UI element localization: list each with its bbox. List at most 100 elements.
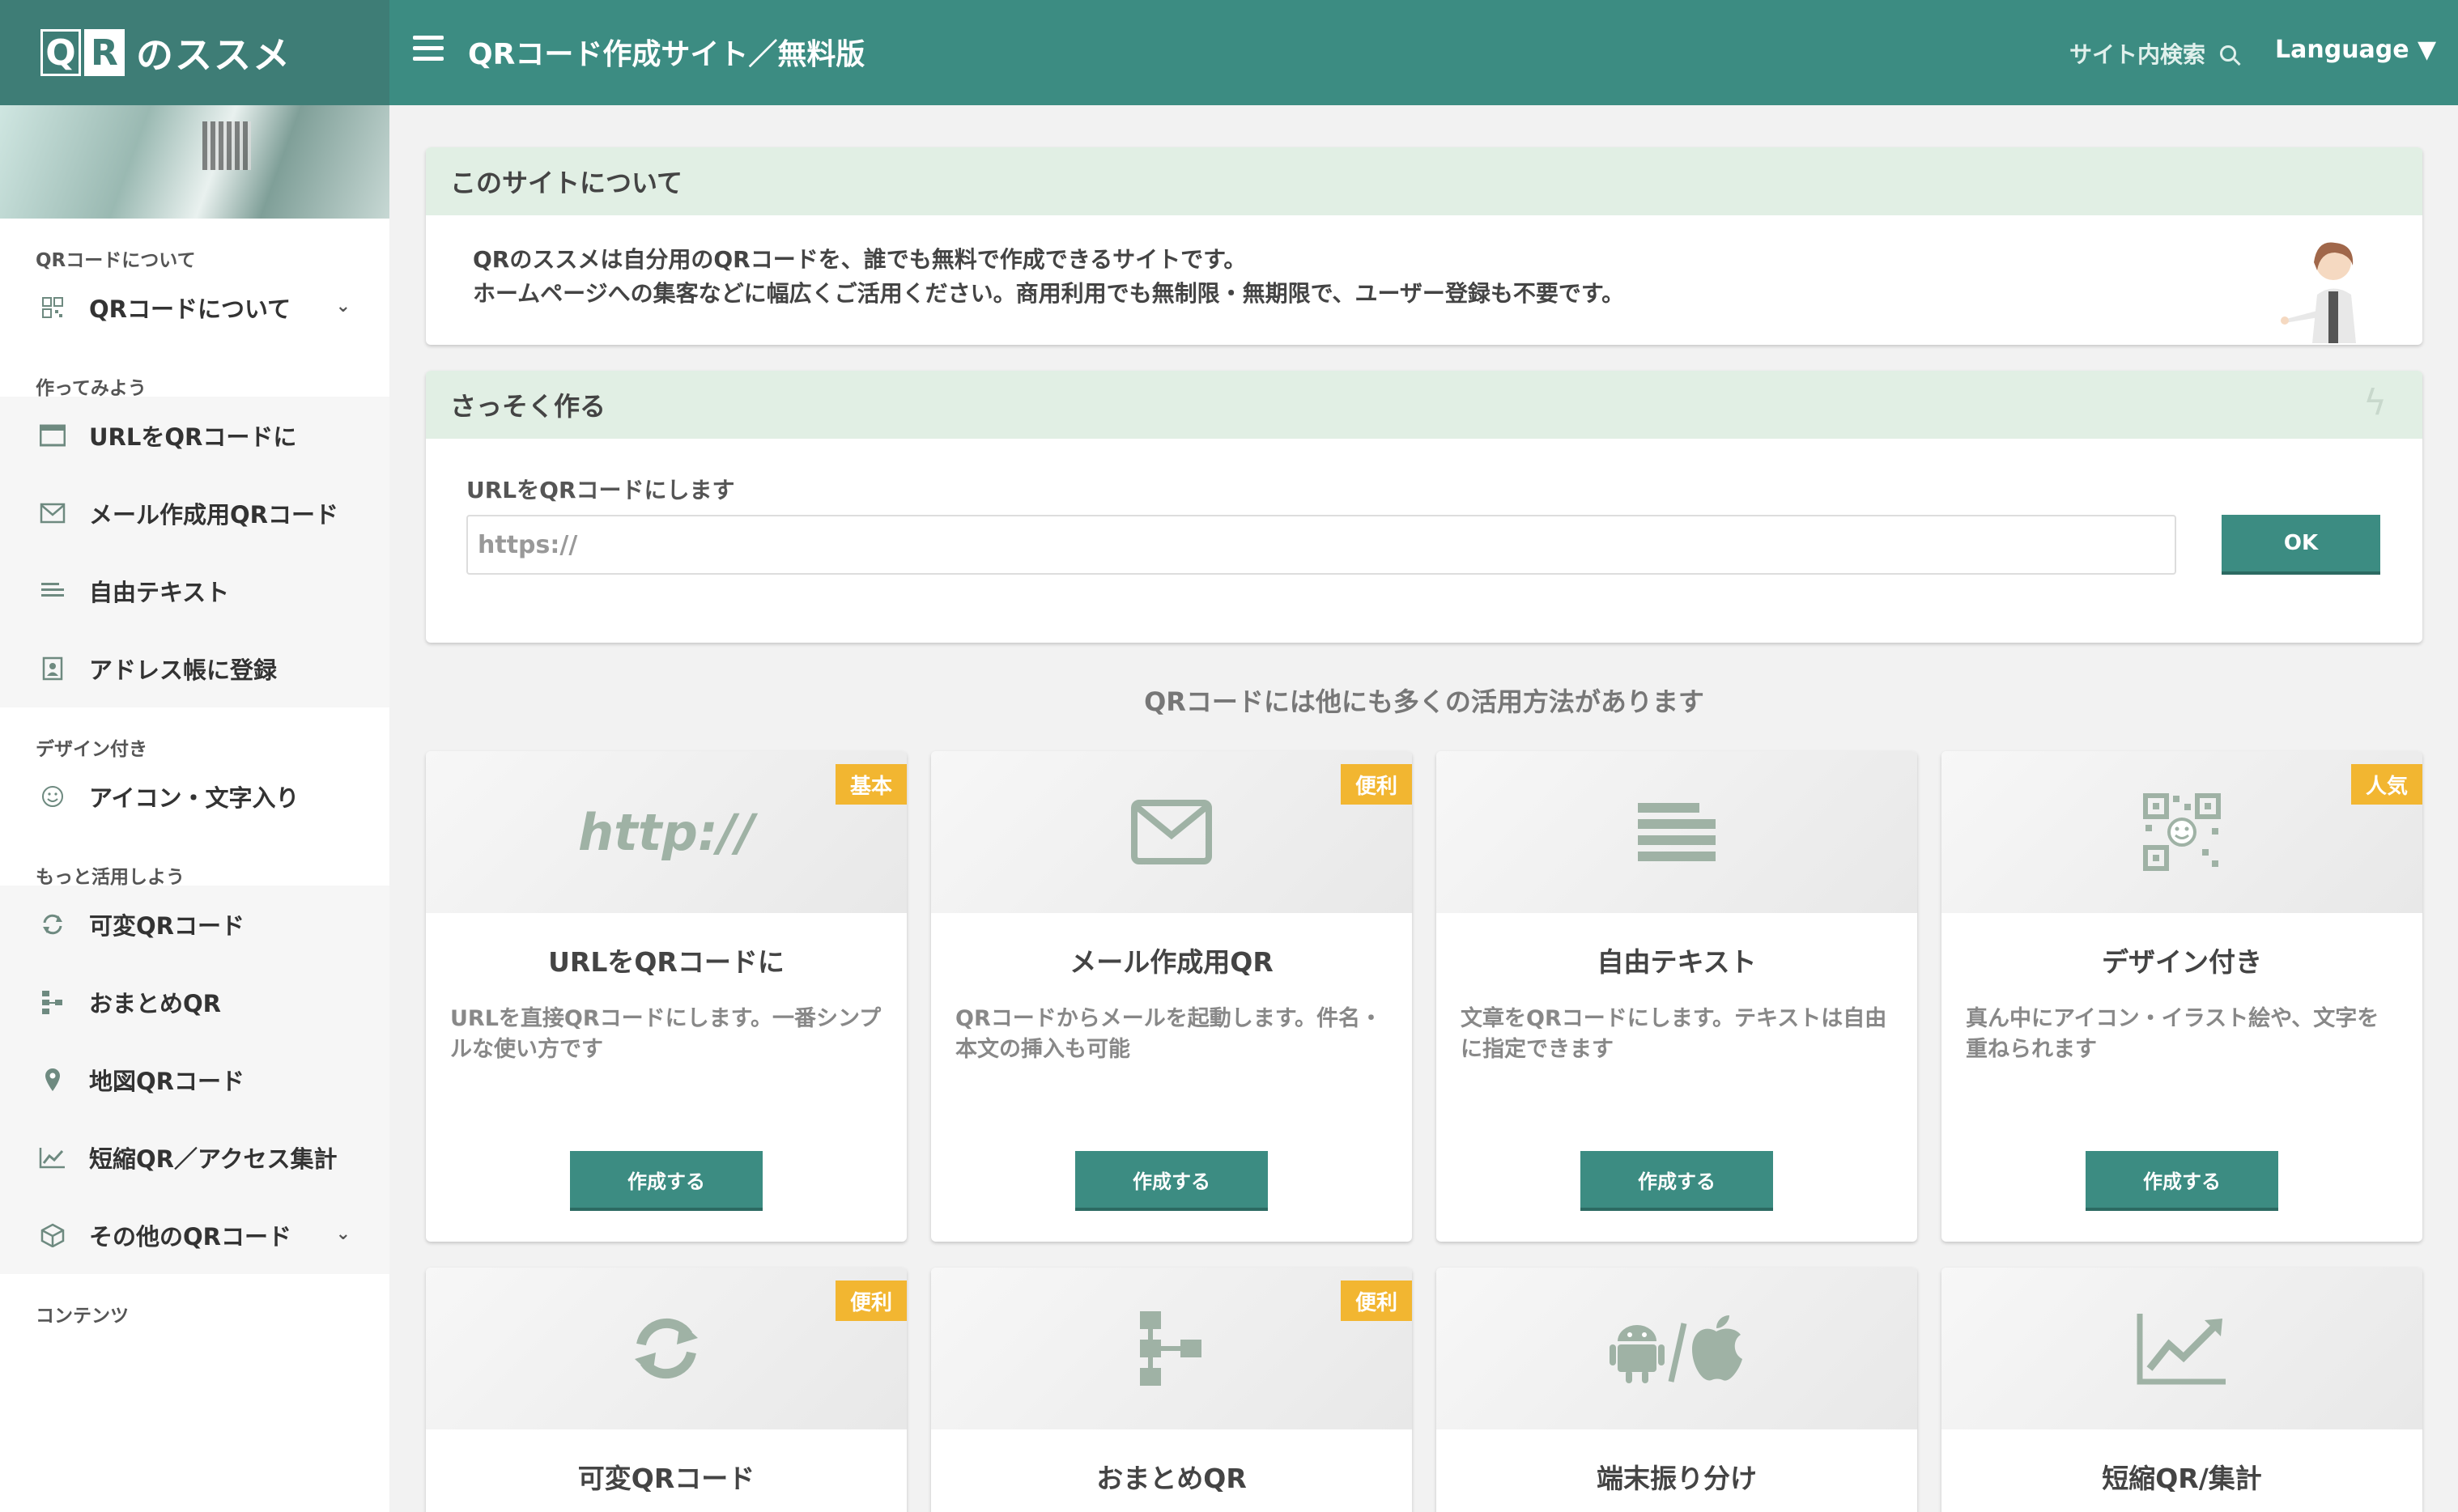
ok-button[interactable]: OK bbox=[2222, 515, 2380, 575]
card-icon-area: http:// 基本 bbox=[426, 751, 907, 913]
sidebar-section-title: コンテンツ bbox=[36, 1306, 129, 1327]
sidebar-item-map-qr[interactable]: 地図QRコード bbox=[0, 1041, 389, 1119]
site-search-label: サイト内検索 bbox=[2069, 41, 2206, 68]
sidebar-item-icon-text[interactable]: アイコン・文字入り bbox=[0, 758, 389, 835]
chevron-down-icon[interactable]: ⌄ bbox=[336, 1224, 351, 1244]
envelope-icon bbox=[1131, 800, 1212, 864]
sidebar-section-title: 作ってみよう bbox=[36, 378, 147, 399]
sidebar: QRコードについて QRコードについて ⌄ 作ってみよう URLをQRコードに … bbox=[0, 105, 389, 1512]
sidebar-item-label: その他のQRコード bbox=[89, 1223, 291, 1251]
about-panel: このサイトについて QRのススメは自分用のQRコードを、誰でも無料で作成できるサ… bbox=[426, 147, 2422, 345]
smiley-icon bbox=[39, 783, 66, 810]
sidebar-item-dynamic-qr[interactable]: 可変QRコード bbox=[0, 886, 389, 963]
card-free-text: 自由テキスト 文章をQRコードにします。テキストは自由に指定できます 作成する bbox=[1436, 751, 1917, 1242]
card-icon-area: 便利 bbox=[426, 1268, 907, 1429]
hamburger-menu-icon[interactable] bbox=[413, 36, 444, 62]
card-title: URLをQRコードに bbox=[548, 946, 785, 978]
card-title: 自由テキスト bbox=[1597, 946, 1757, 978]
card-description: 真ん中にアイコン・イラスト絵や、文字を重ねられます bbox=[1966, 1006, 2379, 1062]
browser-window-icon bbox=[39, 422, 66, 449]
quick-make-panel: さっそく作る ϟ URLをQRコードにします https:// OK bbox=[426, 371, 2422, 643]
card-dynamic-qr: 便利 可変QRコード bbox=[426, 1268, 907, 1512]
sidebar-item-label: おまとめQR bbox=[89, 990, 221, 1017]
card-description: QRコードからメールを起動します。件名・本文の挿入も可能 bbox=[955, 1006, 1383, 1062]
card-icon-area bbox=[1941, 1268, 2422, 1429]
card-icon-area: 便利 bbox=[931, 1268, 1412, 1429]
map-pin-icon bbox=[39, 1066, 66, 1094]
about-description: QRのススメは自分用のQRコードを、誰でも無料で作成できるサイトです。 ホームペ… bbox=[473, 243, 1624, 311]
sidebar-item-mail-qr[interactable]: メール作成用QRコード bbox=[0, 474, 389, 552]
sidebar-group-make: URLをQRコードに メール作成用QRコード 自由テキスト アドレス帳に登録 bbox=[0, 397, 389, 707]
qr-icon bbox=[39, 294, 66, 321]
refresh-icon bbox=[635, 1318, 698, 1379]
sidebar-group-more: 可変QRコード おまとめQR 地図QRコード 短縮QR／アクセス集計 その他のQ… bbox=[0, 886, 389, 1274]
card-title: 短縮QR/集計 bbox=[2102, 1463, 2262, 1494]
sidebar-item-label: QRコードについて bbox=[89, 295, 291, 323]
envelope-icon bbox=[39, 499, 66, 527]
logo-text: のススメ bbox=[136, 33, 291, 77]
sidebar-item-other-qr[interactable]: その他のQRコード ⌄ bbox=[0, 1196, 389, 1274]
text-lines-icon bbox=[39, 577, 66, 605]
guide-lady-illustration bbox=[2281, 242, 2356, 343]
card-badge: 基本 bbox=[836, 764, 907, 805]
card-badge: 便利 bbox=[1341, 764, 1412, 805]
logo-letter-r: R bbox=[84, 29, 125, 76]
about-heading: このサイトについて bbox=[426, 147, 2422, 215]
card-description: URLを直接QRコードにします。一番シンプルな使い方です bbox=[450, 1006, 882, 1062]
sidebar-item-label: URLをQRコードに bbox=[89, 423, 297, 451]
search-icon bbox=[2220, 45, 2237, 62]
sidebar-item-label: アイコン・文字入り bbox=[89, 784, 300, 812]
top-header: Q R のススメ QRコード作成サイト／無料版 サイト内検索 Language … bbox=[0, 0, 2458, 105]
url-input[interactable]: https:// bbox=[466, 515, 2176, 575]
url-input-label: URLをQRコードにします bbox=[466, 477, 735, 503]
card-url-qr: http:// 基本 URLをQRコードに URLを直接QRコードにします。一番… bbox=[426, 751, 907, 1242]
text-lines-icon bbox=[1638, 803, 1716, 861]
create-button[interactable]: 作成する bbox=[2086, 1151, 2278, 1211]
more-uses-heading: QRコードには他にも多くの活用方法があります bbox=[1144, 686, 1704, 717]
chevron-down-icon[interactable]: ⌄ bbox=[336, 296, 351, 316]
card-short-qr: 短縮QR/集計 bbox=[1941, 1268, 2422, 1512]
quick-make-heading: さっそく作る bbox=[426, 371, 2422, 439]
language-selector[interactable]: Language ▼ bbox=[2275, 36, 2436, 64]
sidebar-item-label: 可変QRコード bbox=[89, 912, 245, 940]
sidebar-section-title: デザイン付き bbox=[36, 739, 147, 760]
card-description: 文章をQRコードにします。テキストは自由に指定できます bbox=[1461, 1006, 1887, 1062]
card-device-split: 端末振り分け bbox=[1436, 1268, 1917, 1512]
card-mail-qr: 便利 メール作成用QR QRコードからメールを起動します。件名・本文の挿入も可能… bbox=[931, 751, 1412, 1242]
site-logo[interactable]: Q R のススメ bbox=[40, 28, 291, 78]
card-title: メール作成用QR bbox=[1070, 946, 1274, 978]
create-button[interactable]: 作成する bbox=[1580, 1151, 1773, 1211]
logo-letter-q: Q bbox=[40, 29, 81, 76]
card-icon-area bbox=[1436, 751, 1917, 913]
sidebar-item-short-qr[interactable]: 短縮QR／アクセス集計 bbox=[0, 1119, 389, 1196]
sidebar-item-label: 短縮QR／アクセス集計 bbox=[89, 1145, 338, 1173]
card-icon-area: 人気 bbox=[1941, 751, 2422, 913]
line-chart-icon bbox=[39, 1144, 66, 1171]
cube-icon bbox=[39, 1221, 66, 1249]
create-button[interactable]: 作成する bbox=[1075, 1151, 1268, 1211]
card-badge: 便利 bbox=[1341, 1281, 1412, 1321]
sidebar-banner-image bbox=[0, 105, 389, 219]
qr-smiley-icon bbox=[2143, 793, 2221, 871]
sidebar-item-label: 地図QRコード bbox=[89, 1068, 245, 1095]
sidebar-item-address-book[interactable]: アドレス帳に登録 bbox=[0, 630, 389, 707]
sidebar-item-about-qr[interactable]: QRコードについて ⌄ bbox=[0, 269, 389, 346]
card-title: 端末振り分け bbox=[1597, 1463, 1757, 1494]
site-search-button[interactable]: サイト内検索 bbox=[2069, 37, 2237, 70]
page-title: QRコード作成サイト／無料版 bbox=[468, 38, 865, 71]
sidebar-item-url-qr[interactable]: URLをQRコードに bbox=[0, 397, 389, 474]
sitemap-icon bbox=[39, 988, 66, 1016]
create-button[interactable]: 作成する bbox=[570, 1151, 763, 1211]
sidebar-item-free-text[interactable]: 自由テキスト bbox=[0, 552, 389, 630]
sidebar-item-bundle-qr[interactable]: おまとめQR bbox=[0, 963, 389, 1041]
android-apple-icon bbox=[1610, 1315, 1742, 1383]
sidebar-item-label: メール作成用QRコード bbox=[89, 501, 338, 529]
card-design-qr: 人気 デザイン付き 真ん中にアイコン・イラスト絵や、文字を重ねられます 作成する bbox=[1941, 751, 2422, 1242]
card-icon-area bbox=[1436, 1268, 1917, 1429]
sidebar-section-title: もっと活用しよう bbox=[36, 867, 185, 888]
card-badge: 人気 bbox=[2351, 764, 2422, 805]
card-title: 可変QRコード bbox=[577, 1463, 755, 1494]
lightning-icon: ϟ bbox=[2362, 382, 2387, 423]
card-badge: 便利 bbox=[836, 1281, 907, 1321]
about-line-1: QRのススメは自分用のQRコードを、誰でも無料で作成できるサイトです。 bbox=[473, 246, 1247, 273]
